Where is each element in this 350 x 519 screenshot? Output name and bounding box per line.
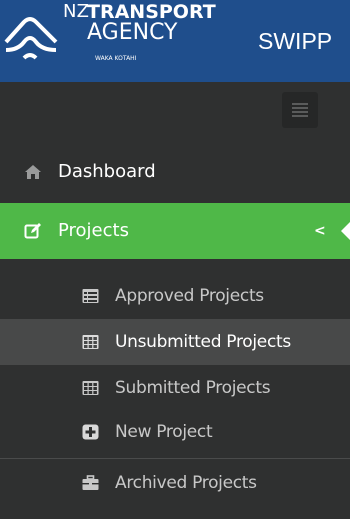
sidebar-item-label: Projects — [58, 220, 129, 241]
logo-agency-text: AGENCY — [87, 20, 178, 45]
submenu-item-archived-projects[interactable]: Archived Projects — [0, 460, 350, 506]
list-icon — [82, 289, 99, 303]
logo-nz-text: NZ — [63, 1, 90, 22]
logo-transport-text: TRANSPORT — [87, 1, 216, 23]
submenu-divider — [0, 458, 350, 459]
edit-icon — [24, 223, 41, 239]
submenu-item-label: Unsubmitted Projects — [115, 332, 291, 352]
table-icon — [82, 381, 99, 395]
app-title[interactable]: SWIPP — [258, 26, 332, 56]
plus-square-icon — [82, 424, 99, 440]
submenu-item-label: Archived Projects — [115, 473, 257, 493]
submenu-item-submitted-projects[interactable]: Submitted Projects — [0, 365, 350, 411]
logo-maori-text: WAKA KOTAHI — [95, 55, 137, 62]
table-icon — [82, 335, 99, 349]
sidebar-toggle-button[interactable] — [282, 92, 318, 128]
home-icon — [25, 165, 41, 179]
app-header: NZ TRANSPORT AGENCY WAKA KOTAHI SWIPP — [0, 0, 350, 82]
submenu-item-unsubmitted-projects[interactable]: Unsubmitted Projects — [0, 319, 350, 365]
submenu-item-label: Submitted Projects — [115, 378, 271, 398]
sidebar-item-projects[interactable]: Projects < — [0, 203, 350, 259]
nzta-logo-mark-icon — [4, 17, 58, 60]
submenu-item-label: Approved Projects — [115, 286, 264, 306]
submenu-item-new-project[interactable]: New Project — [0, 409, 350, 455]
submenu-item-approved-projects[interactable]: Approved Projects — [0, 273, 350, 319]
sidebar-item-dashboard[interactable]: Dashboard — [0, 144, 350, 200]
active-indicator — [341, 222, 350, 240]
archive-icon — [82, 475, 99, 490]
hamburger-icon — [292, 103, 308, 117]
chevron-left-icon[interactable]: < — [314, 222, 326, 240]
submenu-item-label: New Project — [115, 422, 213, 442]
sidebar-item-label: Dashboard — [58, 161, 156, 182]
